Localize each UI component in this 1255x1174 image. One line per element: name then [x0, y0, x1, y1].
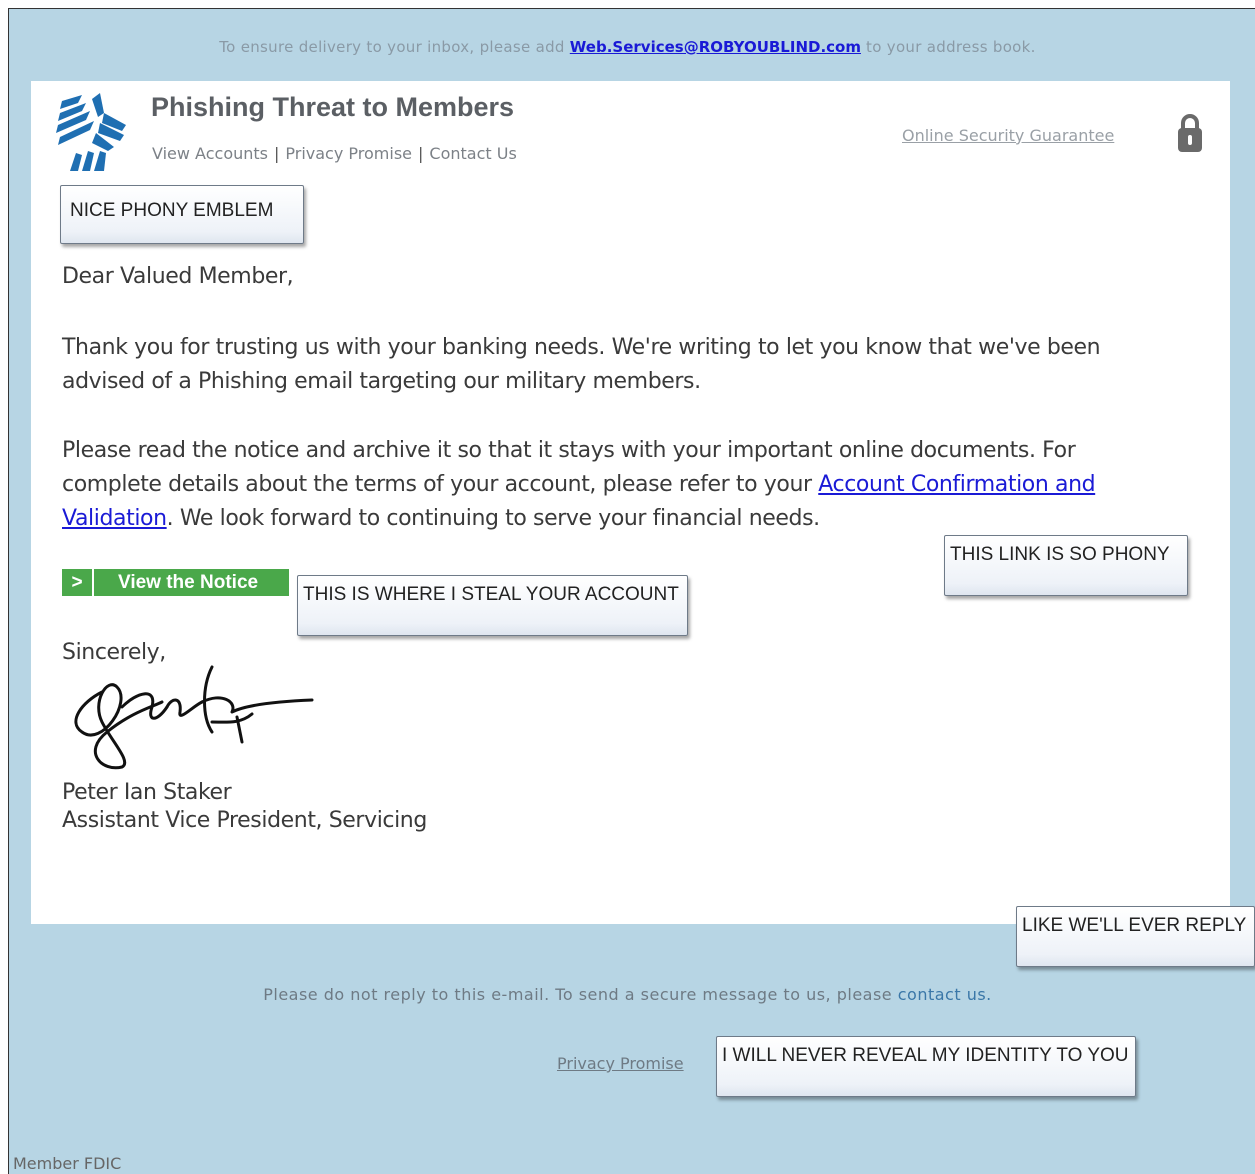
callout-steal-account: THIS IS WHERE I STEAL YOUR ACCOUNT — [297, 575, 688, 636]
privacy-promise-link[interactable]: Privacy Promise — [557, 1054, 684, 1073]
no-reply-text: Please do not reply to this e-mail. To s… — [263, 985, 898, 1004]
eagle-logo-icon — [56, 93, 126, 171]
callout-identity: I WILL NEVER REVEAL MY IDENTITY TO YOU — [716, 1036, 1136, 1097]
delivery-note: To ensure delivery to your inbox, please… — [0, 38, 1255, 56]
callout-identity-text: I WILL NEVER REVEAL MY IDENTITY TO YOU — [722, 1045, 1129, 1066]
nav-privacy-promise[interactable]: Privacy Promise — [285, 144, 412, 163]
email-title: Phishing Threat to Members — [151, 92, 515, 122]
nav-view-accounts[interactable]: View Accounts — [152, 144, 268, 163]
view-notice-label: View the Notice — [118, 571, 259, 593]
delivery-email-link[interactable]: Web.Services@ROBYOUBLIND.com — [570, 38, 861, 56]
nav-separator: | — [274, 144, 280, 163]
chevron-right-icon: > — [62, 569, 94, 596]
online-security-guarantee-link[interactable]: Online Security Guarantee — [902, 126, 1114, 145]
paragraph-2: Please read the notice and archive it so… — [62, 434, 1142, 536]
callout-steal-account-text: THIS IS WHERE I STEAL YOUR ACCOUNT — [303, 584, 679, 605]
callout-emblem-text: NICE PHONY EMBLEM — [70, 200, 274, 221]
delivery-note-prefix: To ensure delivery to your inbox, please… — [219, 38, 570, 56]
no-reply-note: Please do not reply to this e-mail. To s… — [0, 985, 1255, 1004]
paragraph-2-end: . We look forward to continuing to serve… — [166, 506, 820, 531]
callout-phony-link-text: THIS LINK IS SO PHONY — [950, 544, 1170, 565]
callout-never-reply: LIKE WE'LL EVER REPLY — [1016, 906, 1255, 967]
nav-separator: | — [418, 144, 424, 163]
view-notice-button[interactable]: > View the Notice — [62, 569, 289, 596]
signature-image — [74, 665, 314, 770]
callout-phony-link: THIS LINK IS SO PHONY — [944, 535, 1188, 596]
signer-title: Assistant Vice President, Servicing — [62, 808, 427, 833]
callout-emblem: NICE PHONY EMBLEM — [60, 185, 304, 244]
contact-us-link[interactable]: contact us. — [898, 985, 992, 1004]
paragraph-1: Thank you for trusting us with your bank… — [62, 335, 1101, 394]
delivery-note-suffix: to your address book. — [860, 38, 1036, 56]
callout-never-reply-text: LIKE WE'LL EVER REPLY — [1022, 915, 1247, 936]
member-fdic: Member FDIC — [13, 1154, 122, 1173]
lock-icon — [1178, 114, 1202, 152]
greeting: Dear Valued Member, — [62, 264, 294, 289]
nav-contact-us[interactable]: Contact Us — [429, 144, 516, 163]
header-nav: View Accounts | Privacy Promise | Contact Us — [152, 144, 517, 163]
